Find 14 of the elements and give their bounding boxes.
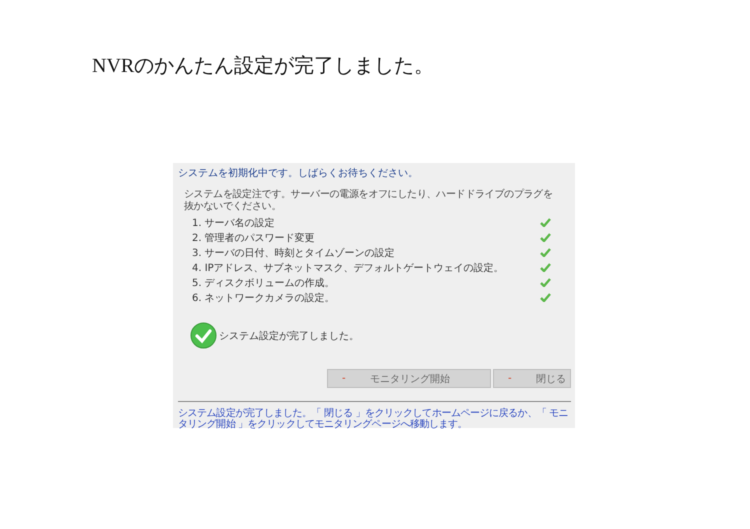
step-label: 6. ネットワークカメラの設定。: [192, 292, 335, 304]
step-label: 1. サーバ名の設定: [192, 216, 275, 230]
footer-text: システム設定が完了しました。「 閉じる 」をクリックしてホームページに戻るか、「 モニタリング開始 」をクリックしてモニタリングページへ移動します。: [178, 408, 570, 430]
step-label: 2. 管理者のパスワード変更: [192, 232, 315, 244]
page-heading: NVRのかんたん設定が完了しました。: [92, 54, 436, 79]
start-monitoring-button[interactable]: - モニタリング開始: [327, 369, 491, 388]
step-label: 3. サーバの日付、時刻とタイムゾーンの設定: [192, 246, 395, 260]
step-label: 5. ディスクボリュームの作成。: [192, 276, 335, 290]
result-text: システム設定が完了しました。: [219, 330, 359, 342]
close-button[interactable]: - 閉じる: [493, 369, 571, 388]
warning-text: システムを設定注です。サーバーの電源をオフにしたり、ハードドライブのプラグを抜かないでください。: [184, 189, 554, 213]
step-label: 4. IPアドレス、サブネットマスク、デフォルトゲートウェイの設定。: [192, 262, 504, 274]
status-text: システムを初期化中です。しばらくお待ちください。: [178, 167, 419, 180]
success-check-icon: [190, 322, 217, 349]
